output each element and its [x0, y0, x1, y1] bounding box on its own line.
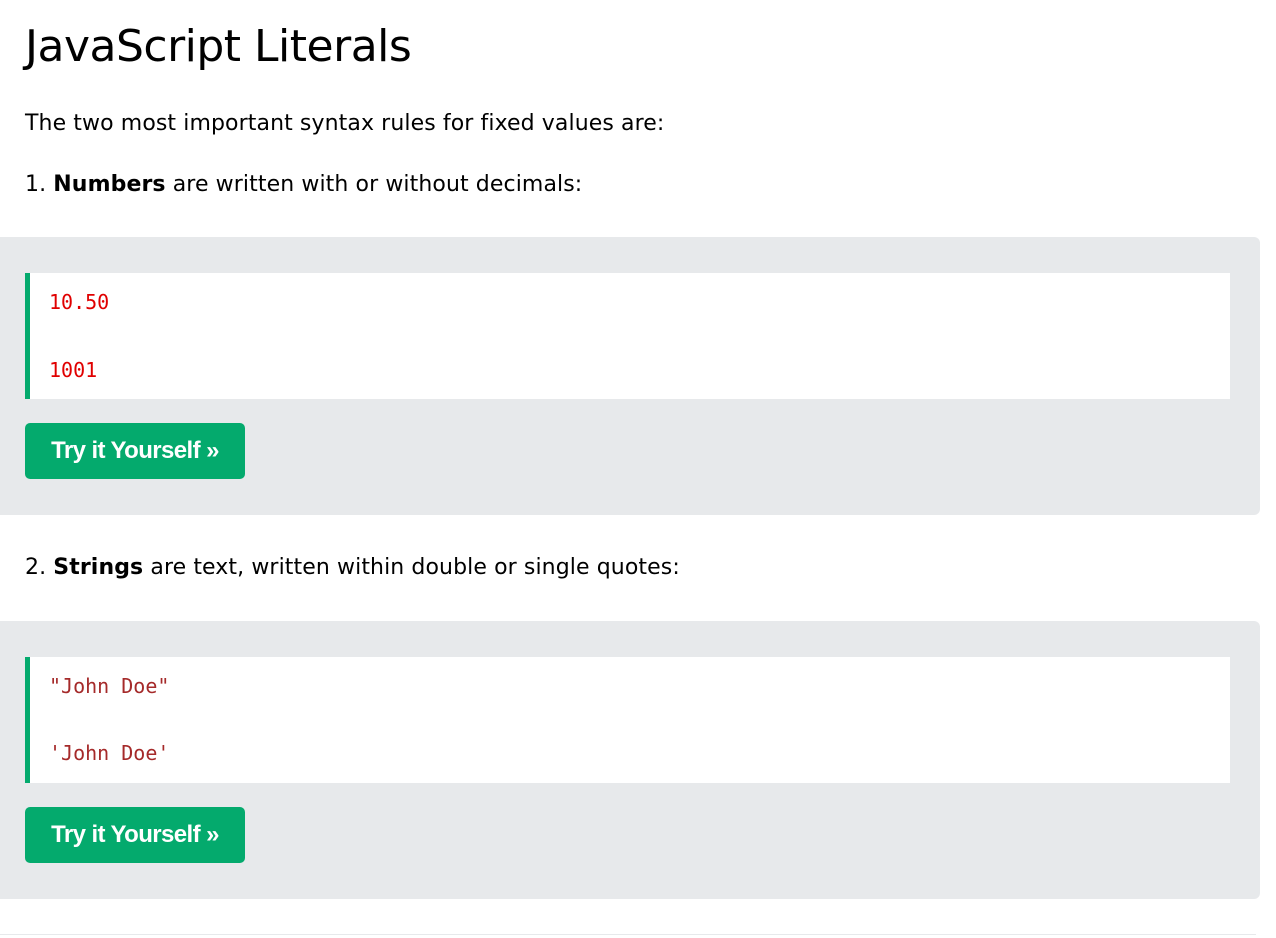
code-line: 1001 — [49, 358, 98, 382]
rule-description: are text, written within double or singl… — [150, 555, 680, 580]
example-panel-strings: "John Doe" 'John Doe' Try it Yourself » — [0, 621, 1260, 899]
rule-number: 1. — [25, 172, 47, 197]
try-it-yourself-button[interactable]: Try it Yourself » — [25, 807, 245, 863]
rule-strings-text: 2. Strings are text, written within doub… — [25, 554, 680, 582]
code-example-strings: "John Doe" 'John Doe' — [25, 657, 1230, 783]
code-line: 'John Doe' — [49, 741, 170, 765]
code-line: "John Doe" — [49, 674, 170, 698]
rule-number: 2. — [25, 555, 47, 580]
try-it-yourself-button[interactable]: Try it Yourself » — [25, 423, 245, 479]
intro-text: The two most important syntax rules for … — [25, 111, 665, 136]
example-panel-numbers: 10.50 1001 Try it Yourself » — [0, 237, 1260, 515]
page-title: JavaScript Literals — [25, 21, 412, 72]
rule-keyword: Strings — [53, 555, 144, 580]
code-example-numbers: 10.50 1001 — [25, 273, 1230, 399]
rule-numbers-text: 1. Numbers are written with or without d… — [25, 171, 582, 199]
divider — [0, 934, 1256, 935]
rule-keyword: Numbers — [53, 172, 166, 197]
rule-description: are written with or without decimals: — [172, 172, 583, 197]
code-line: 10.50 — [49, 290, 110, 314]
